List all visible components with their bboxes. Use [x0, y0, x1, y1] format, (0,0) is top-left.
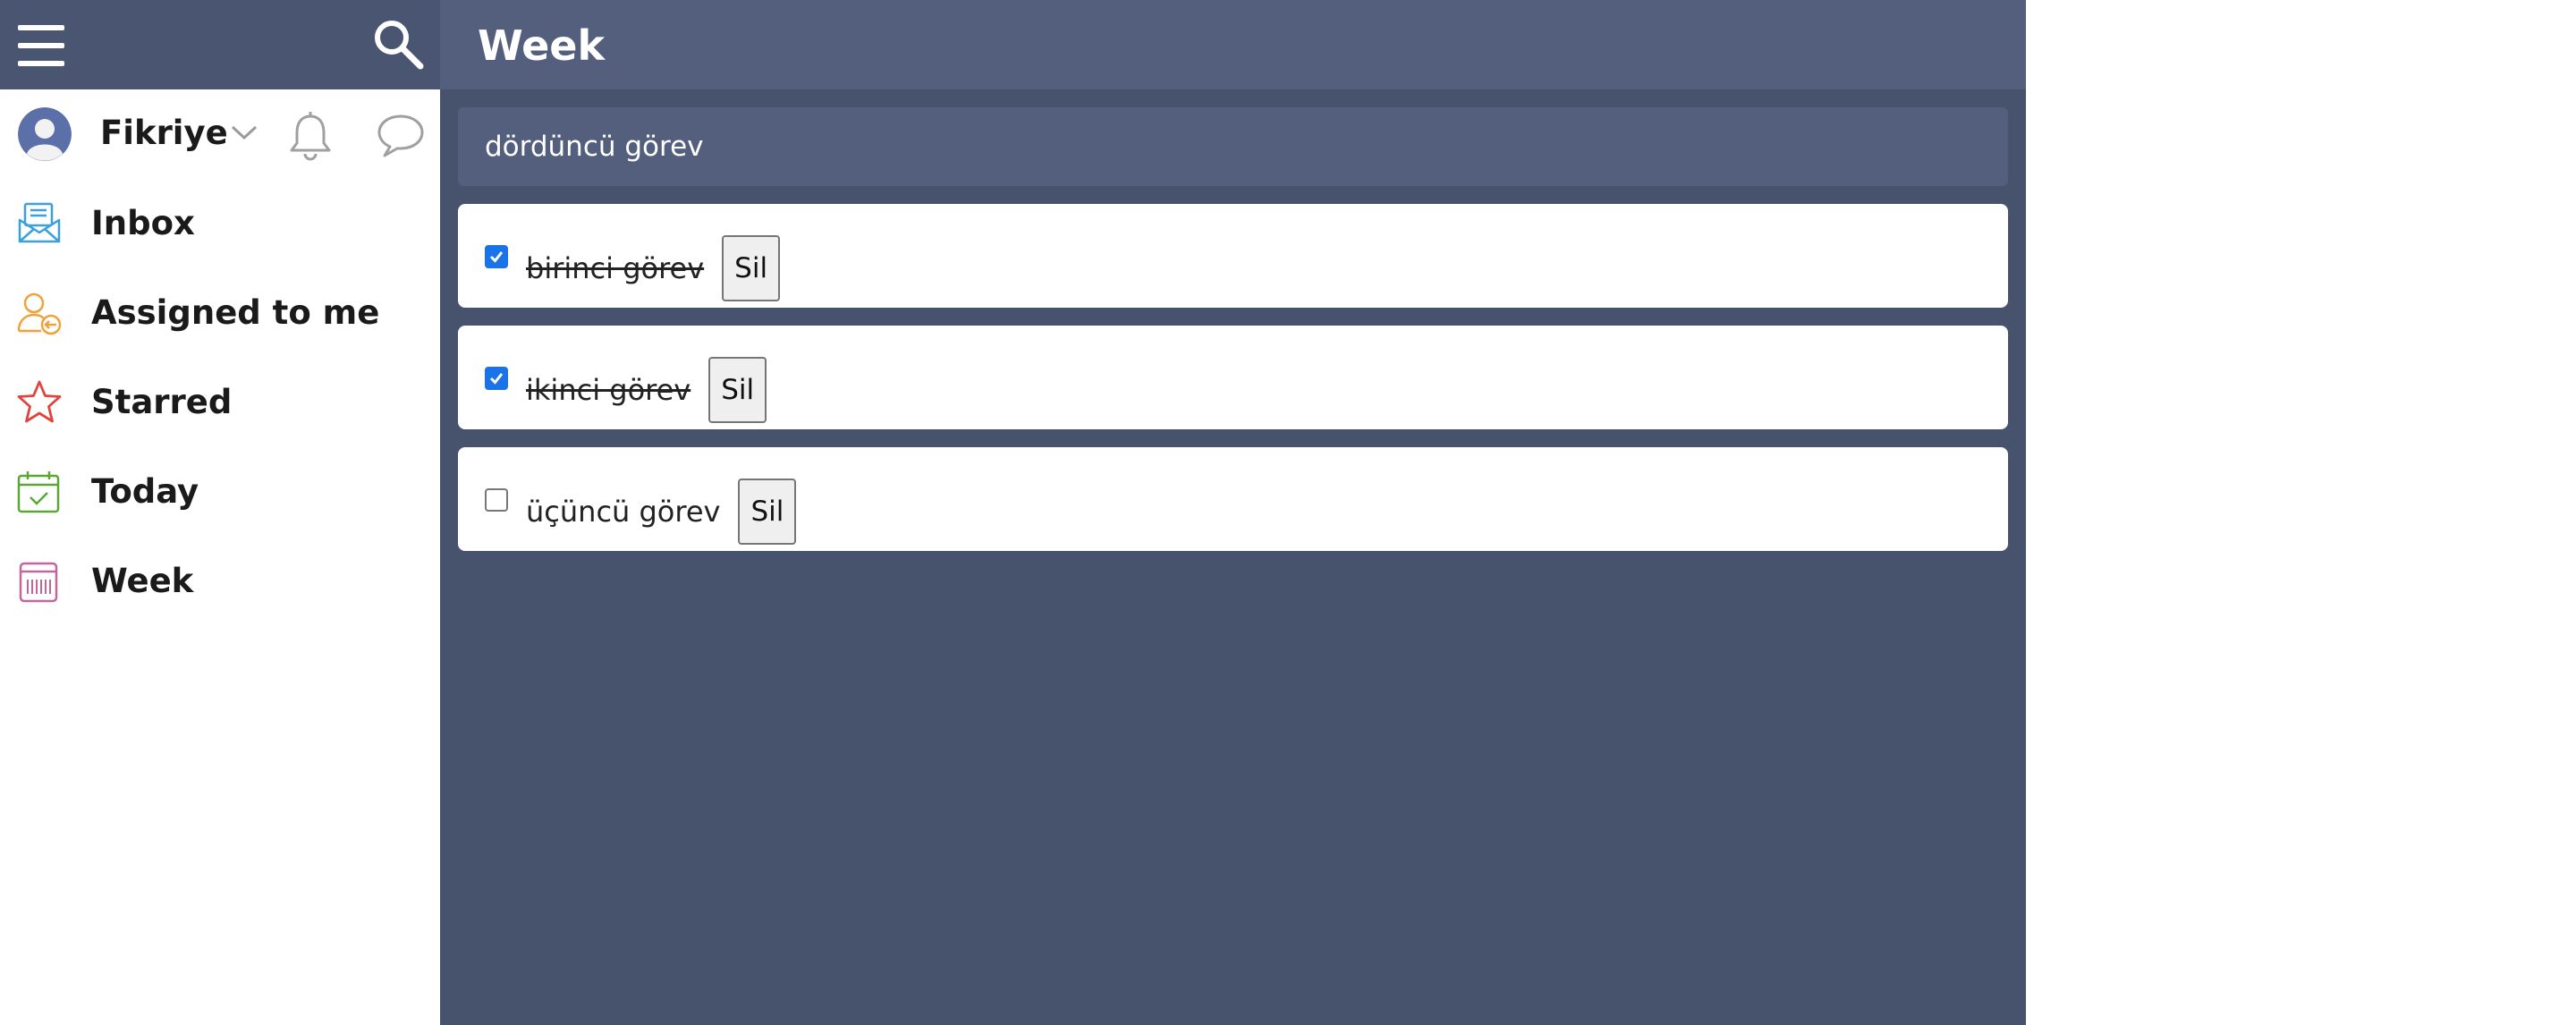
bell-icon[interactable] [288, 111, 333, 161]
sidebar-item-label: Week [91, 562, 194, 600]
user-name[interactable]: Fikriye [100, 113, 228, 154]
sidebar-item-label: Inbox [91, 204, 195, 242]
delete-task-button[interactable]: Sil [738, 479, 797, 545]
star-icon [16, 379, 63, 426]
chat-bubble-icon[interactable] [376, 113, 426, 157]
search-icon[interactable] [372, 18, 424, 70]
task-text-row: ikinci görev Sil [526, 357, 767, 425]
task-text-row: üçüncü görev Sil [526, 479, 797, 546]
task-checkbox[interactable] [485, 367, 508, 390]
chevron-down-icon[interactable] [229, 122, 259, 143]
calendar-week-icon [16, 558, 63, 605]
sidebar-header [0, 0, 440, 89]
main-header: Week [440, 0, 2026, 89]
sidebar: Fikriye Inbox Assigned to me Starred Tod… [0, 0, 440, 1025]
calendar-check-icon [16, 469, 63, 515]
user-row[interactable]: Fikriye [0, 89, 440, 179]
task-text: ikinci görev [526, 373, 691, 407]
task-list: birinci görev Sil ikinci görev Sil üçüncü … [458, 204, 2008, 569]
task-item: birinci görev Sil [458, 204, 2008, 308]
new-task-input[interactable] [458, 107, 2008, 186]
task-checkbox[interactable] [485, 488, 508, 512]
hamburger-menu-icon[interactable] [18, 25, 64, 66]
sidebar-item-assigned-to-me[interactable]: Assigned to me [0, 268, 440, 358]
delete-task-button[interactable]: Sil [722, 235, 781, 301]
task-item: üçüncü görev Sil [458, 447, 2008, 551]
main-panel: Week birinci görev Sil ikinci görev Sil üç… [440, 0, 2026, 1025]
avatar[interactable] [18, 107, 72, 161]
sidebar-item-starred[interactable]: Starred [0, 358, 440, 447]
task-text-row: birinci görev Sil [526, 235, 781, 303]
inbox-icon [16, 200, 63, 247]
task-text: birinci görev [526, 251, 705, 285]
sidebar-item-week[interactable]: Week [0, 537, 440, 626]
delete-task-button[interactable]: Sil [708, 357, 767, 423]
sidebar-item-label: Starred [91, 383, 233, 421]
sidebar-item-label: Assigned to me [91, 293, 380, 332]
task-text: üçüncü görev [526, 495, 721, 529]
page-title: Week [478, 21, 606, 70]
sidebar-item-label: Today [91, 472, 199, 511]
assigned-user-icon [16, 290, 63, 336]
sidebar-item-inbox[interactable]: Inbox [0, 179, 440, 268]
task-item: ikinci görev Sil [458, 326, 2008, 429]
sidebar-nav: Inbox Assigned to me Starred Today Week [0, 179, 440, 626]
sidebar-item-today[interactable]: Today [0, 447, 440, 537]
task-checkbox[interactable] [485, 245, 508, 268]
